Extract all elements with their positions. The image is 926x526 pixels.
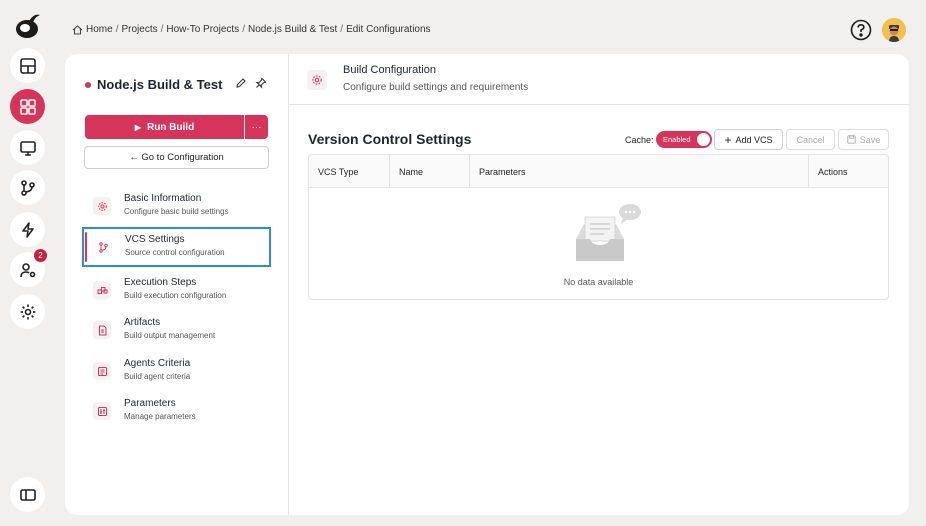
notification-badge: 2 — [34, 249, 47, 262]
home-icon[interactable] — [72, 24, 83, 35]
run-build-label: Run Build — [146, 121, 195, 133]
project-status-dot — [85, 82, 91, 88]
go-to-configuration-button[interactable]: ← Go to Configuration — [84, 146, 269, 169]
lightning-icon — [21, 221, 34, 238]
column-name[interactable]: Name — [389, 155, 470, 188]
run-build-button[interactable]: ▶ Run Build — [85, 115, 244, 139]
rail-git[interactable] — [10, 170, 45, 205]
git-branch-icon — [94, 238, 112, 256]
save-button[interactable]: Save — [838, 129, 889, 150]
nav-item-title: Agents Criteria — [124, 358, 191, 369]
vcs-table: VCS Type Name Parameters Actions No data… — [308, 154, 889, 300]
main-card: Node.js Build & Test ▶ Run Build ··· ← G… — [65, 54, 909, 515]
nav-item-subtitle: Manage parameters — [124, 412, 196, 421]
save-icon — [847, 135, 856, 144]
add-vcs-label: Add VCS — [735, 134, 773, 145]
edit-icon[interactable] — [235, 77, 247, 89]
breadcrumb-project[interactable]: Node.js Build & Test — [248, 24, 337, 35]
nav-item-agents-criteria[interactable]: Agents Criteria Build agent criteria — [85, 352, 269, 392]
rail-monitor[interactable] — [10, 130, 45, 165]
empty-inbox-icon — [576, 204, 641, 261]
user-avatar[interactable] — [882, 18, 906, 42]
settings-icon — [20, 304, 35, 319]
breadcrumb-projects[interactable]: Projects — [121, 24, 157, 35]
rail-users[interactable]: 2 — [10, 249, 47, 287]
rail-dashboard[interactable] — [10, 48, 45, 83]
table-header: VCS Type Name Parameters Actions — [309, 155, 888, 188]
cache-label: Cache: — [625, 135, 654, 145]
breadcrumb-current: Edit Configurations — [346, 24, 431, 35]
header-subtitle: Configure build settings and requirement… — [343, 82, 529, 93]
nav-item-execution-steps[interactable]: Execution Steps Build execution configur… — [85, 271, 269, 311]
sidebar-toggle-icon — [19, 488, 36, 501]
git-branch-icon — [20, 179, 35, 196]
projects-icon — [19, 98, 36, 115]
project-title: Node.js Build & Test — [97, 77, 223, 92]
nav-item-subtitle: Build output management — [124, 331, 216, 340]
rail-collapse[interactable] — [10, 477, 45, 512]
nav-item-vcs-settings[interactable]: VCS Settings Source control configuratio… — [82, 227, 271, 267]
build-configuration-header: Build Configuration Configure build sett… — [289, 54, 909, 105]
breadcrumb-home[interactable]: Home — [86, 24, 113, 35]
rail-triggers[interactable] — [10, 212, 45, 247]
agent-icon — [93, 362, 111, 380]
rail-settings[interactable] — [10, 294, 45, 329]
plus-icon: + — [724, 132, 732, 147]
nav-item-parameters[interactable]: Parameters Manage parameters — [85, 392, 269, 432]
left-rail: 2 — [0, 0, 54, 526]
pin-icon[interactable] — [255, 77, 267, 89]
cache-toggle[interactable]: Enabled — [656, 131, 712, 148]
monitor-icon — [19, 140, 36, 156]
breadcrumb-separator: / — [160, 24, 164, 35]
breadcrumb-separator: / — [242, 24, 245, 35]
nav-item-title: Artifacts — [124, 317, 161, 328]
help-icon[interactable] — [850, 19, 872, 41]
nav-item-subtitle: Configure basic build settings — [124, 207, 229, 216]
column-vcs-type[interactable]: VCS Type — [309, 155, 390, 188]
section-title: Version Control Settings — [308, 131, 472, 147]
rail-projects[interactable] — [10, 89, 45, 124]
header-title: Build Configuration — [343, 64, 436, 76]
nav-item-title: VCS Settings — [125, 234, 185, 245]
toggle-knob — [697, 133, 710, 146]
nav-item-title: Parameters — [124, 398, 176, 409]
sliders-icon — [93, 402, 111, 420]
empty-state-text: No data available — [563, 277, 634, 287]
config-sidebar: Node.js Build & Test ▶ Run Build ··· ← G… — [65, 54, 289, 515]
nav-item-title: Basic Information — [124, 193, 202, 204]
user-settings-icon — [19, 262, 35, 277]
breadcrumb-separator: / — [340, 24, 344, 35]
nav-item-subtitle: Build execution configuration — [124, 291, 227, 300]
cancel-button[interactable]: Cancel — [786, 129, 835, 150]
nav-item-artifacts[interactable]: Artifacts Build output management — [85, 311, 269, 351]
dashboard-icon — [19, 57, 36, 74]
nav-item-subtitle: Source control configuration — [125, 248, 225, 257]
column-actions[interactable]: Actions — [808, 155, 888, 188]
save-label: Save — [859, 134, 881, 145]
nav-item-basic-information[interactable]: Basic Information Configure basic build … — [85, 187, 269, 227]
nav-item-title: Execution Steps — [124, 277, 197, 288]
nav-item-subtitle: Build agent criteria — [124, 372, 191, 381]
steps-icon — [93, 281, 111, 299]
column-parameters[interactable]: Parameters — [469, 155, 809, 188]
gear-icon — [93, 197, 111, 215]
run-options-button[interactable]: ··· — [245, 115, 268, 139]
breadcrumb-howto-projects[interactable]: How-To Projects — [166, 24, 239, 35]
cache-toggle-state: Enabled — [663, 135, 691, 144]
add-vcs-button[interactable]: + Add VCS — [714, 129, 783, 150]
file-icon — [93, 321, 111, 339]
avatar-icon — [882, 18, 906, 42]
app-logo-icon[interactable] — [12, 10, 42, 40]
breadcrumb-separator: / — [115, 24, 119, 35]
gear-icon — [307, 70, 327, 90]
breadcrumb: Home / Projects / How-To Projects / Node… — [72, 24, 431, 35]
play-icon: ▶ — [134, 122, 141, 132]
